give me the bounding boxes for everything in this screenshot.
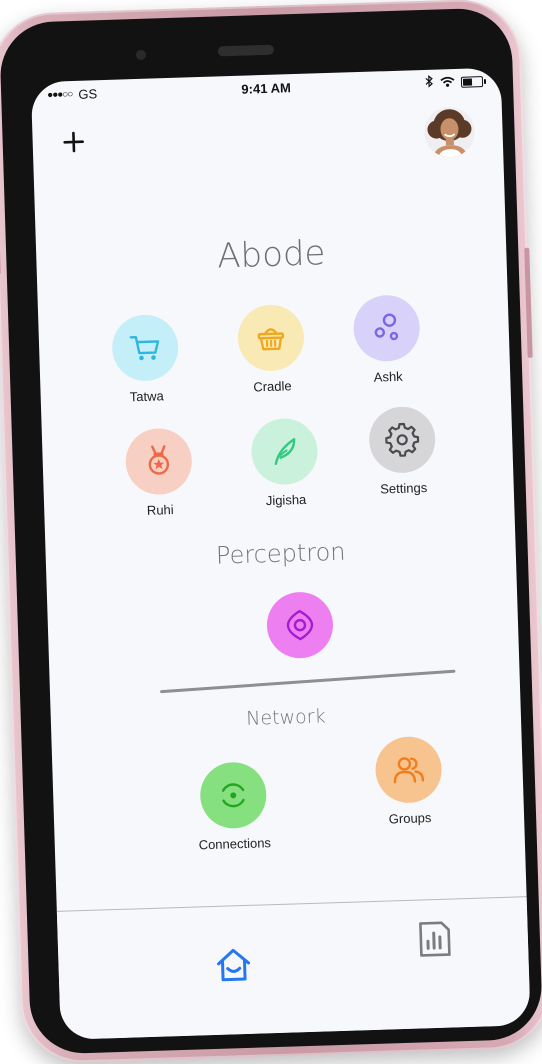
avatar[interactable] xyxy=(423,106,476,158)
section-title-abode: Abode xyxy=(216,233,327,277)
app-icon-tatwa xyxy=(111,313,180,382)
phone-bezel: ●●●○○ GS 9:41 AM Abode Tatwa Cradle Ashk… xyxy=(0,7,542,1055)
app-label-jigisha: Jigisha xyxy=(265,491,307,509)
front-camera xyxy=(135,49,147,61)
wifi-icon xyxy=(440,75,455,90)
basket-icon xyxy=(257,328,285,351)
connection-ring-icon xyxy=(221,783,245,808)
status-bar: ●●●○○ GS 9:41 AM xyxy=(31,68,502,107)
medal-icon xyxy=(148,445,170,475)
section-divider xyxy=(159,669,456,694)
app-groups[interactable]: Groups xyxy=(358,735,461,827)
app-ashk[interactable]: Ashk xyxy=(336,294,439,386)
bluetooth-icon xyxy=(425,75,434,91)
cart-icon xyxy=(129,335,160,361)
app-label-ashk: Ashk xyxy=(373,368,403,385)
battery-icon xyxy=(460,75,484,88)
app-label-groups: Groups xyxy=(388,810,432,827)
app-label-cradle: Cradle xyxy=(253,378,292,395)
app-screen: ●●●○○ GS 9:41 AM Abode Tatwa Cradle Ashk… xyxy=(30,67,531,1040)
tab-reports[interactable] xyxy=(409,913,461,965)
app-icon-perceptron xyxy=(265,591,334,660)
app-connections[interactable]: Connections xyxy=(182,761,285,853)
app-tatwa[interactable]: Tatwa xyxy=(94,313,197,405)
tab-bar xyxy=(56,896,531,1040)
eye-target-icon xyxy=(286,609,314,641)
group-icon xyxy=(393,757,425,784)
app-label-tatwa: Tatwa xyxy=(129,388,164,405)
bar-chart-document-icon xyxy=(419,921,451,957)
add-button[interactable] xyxy=(58,127,89,158)
earpiece xyxy=(217,44,275,57)
bubbles-icon xyxy=(374,313,399,341)
app-label-connections: Connections xyxy=(198,835,272,853)
app-icon-jigisha xyxy=(250,417,319,486)
app-icon-settings xyxy=(368,405,437,474)
app-icon-ashk xyxy=(352,294,421,363)
feather-icon xyxy=(274,438,296,466)
app-label-settings: Settings xyxy=(380,480,428,497)
status-right xyxy=(425,73,484,91)
app-ruhi[interactable]: Ruhi xyxy=(108,427,211,519)
tab-home[interactable] xyxy=(208,940,260,992)
user-avatar xyxy=(423,106,476,158)
app-icon-groups xyxy=(374,735,443,804)
plus-icon xyxy=(63,131,84,153)
app-cradle[interactable]: Cradle xyxy=(220,303,323,395)
app-icon-ruhi xyxy=(124,427,193,496)
phone-device: ●●●○○ GS 9:41 AM Abode Tatwa Cradle Ashk… xyxy=(0,0,542,1064)
gear-icon xyxy=(385,422,420,457)
app-icon-cradle xyxy=(236,303,305,372)
section-title-perceptron: Perceptron xyxy=(215,537,346,570)
app-label-ruhi: Ruhi xyxy=(146,502,174,518)
battery-level xyxy=(462,77,473,86)
home-smile-icon xyxy=(217,948,251,982)
section-title-network: Network xyxy=(245,705,326,730)
app-jigisha[interactable]: Jigisha xyxy=(233,417,336,509)
app-settings[interactable]: Settings xyxy=(351,405,454,497)
app-icon-connections xyxy=(199,761,268,830)
app-perceptron[interactable] xyxy=(249,591,351,668)
